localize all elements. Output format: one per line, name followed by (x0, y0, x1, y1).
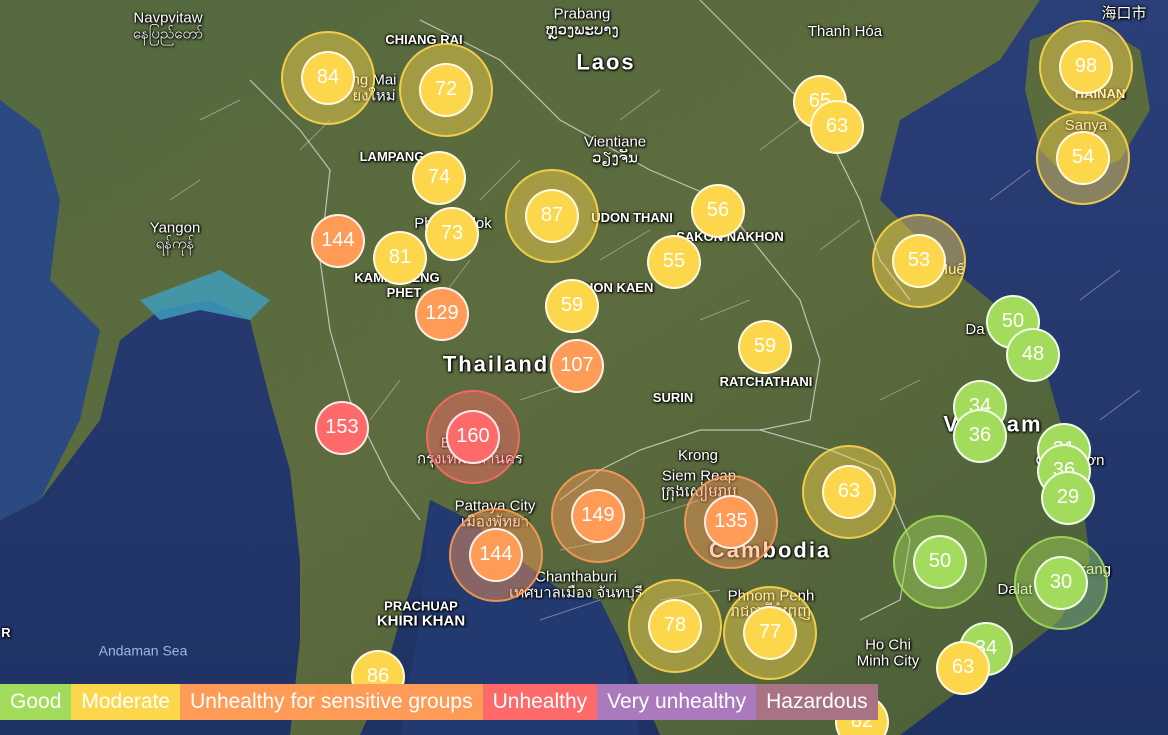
aqi-station-marker[interactable]: 36 (952, 408, 1008, 464)
aqi-value: 160 (445, 409, 501, 465)
aqi-value: 48 (1005, 327, 1061, 383)
aqi-value: 87 (524, 188, 580, 244)
aqi-value: 98 (1058, 39, 1114, 95)
aqi-station-marker[interactable]: 59 (737, 319, 793, 375)
aqi-value: 78 (647, 598, 703, 654)
aqi-station-marker[interactable]: 153 (314, 400, 370, 456)
aqi-value: 135 (703, 494, 759, 550)
aqi-value: 55 (646, 234, 702, 290)
aqi-station-marker[interactable]: 63 (809, 99, 865, 155)
aqi-value: 144 (310, 213, 366, 269)
aqi-station-marker[interactable]: 54 (1035, 110, 1131, 206)
aqi-value: 56 (690, 183, 746, 239)
legend-item-very-unhealthy: Very unhealthy (597, 684, 757, 720)
legend-item-sensitive: Unhealthy for sensitive groups (180, 684, 483, 720)
aqi-value: 74 (411, 150, 467, 206)
aqi-station-marker[interactable]: 55 (646, 234, 702, 290)
aqi-station-marker[interactable]: 78 (627, 578, 723, 674)
aqi-value: 63 (809, 99, 865, 155)
aqi-station-marker[interactable]: 77 (722, 585, 818, 681)
aqi-value: 107 (549, 338, 605, 394)
aqi-value: 63 (935, 640, 991, 696)
aqi-value: 53 (891, 233, 947, 289)
aqi-station-marker[interactable]: 48 (1005, 327, 1061, 383)
aqi-station-marker[interactable]: 59 (544, 278, 600, 334)
aqi-value: 30 (1033, 555, 1089, 611)
aqi-station-marker[interactable]: 29 (1040, 470, 1096, 526)
aqi-value: 72 (418, 62, 474, 118)
legend-item-hazardous: Hazardous (756, 684, 878, 720)
aqi-value: 54 (1055, 130, 1111, 186)
aqi-station-marker[interactable]: 135 (683, 474, 779, 570)
aqi-value: 84 (300, 50, 356, 106)
aqi-station-marker[interactable]: 107 (549, 338, 605, 394)
aqi-value: 129 (414, 286, 470, 342)
legend-item-good: Good (0, 684, 72, 720)
aqi-value: 77 (742, 605, 798, 661)
aqi-station-marker[interactable]: 72 (398, 42, 494, 138)
aqi-station-marker[interactable]: 129 (414, 286, 470, 342)
aqi-value: 50 (912, 534, 968, 590)
aqi-station-marker[interactable]: 73 (424, 206, 480, 262)
aqi-station-marker[interactable]: 98 (1038, 19, 1134, 115)
aqi-value: 81 (372, 230, 428, 286)
aqi-station-marker[interactable]: 81 (372, 230, 428, 286)
aqi-station-marker[interactable]: 149 (550, 468, 646, 564)
aqi-map[interactable]: Navpvitaw နေပြည်တော် Prabang ຫຼວງພະບາງ Thanh… (0, 0, 1168, 735)
legend-item-unhealthy: Unhealthy (482, 684, 598, 720)
aqi-station-marker[interactable]: 63 (935, 640, 991, 696)
aqi-station-marker[interactable]: 30 (1013, 535, 1109, 631)
aqi-value: 36 (952, 408, 1008, 464)
aqi-station-marker[interactable]: 144 (310, 213, 366, 269)
aqi-value: 149 (570, 488, 626, 544)
aqi-value: 63 (821, 464, 877, 520)
aqi-station-marker[interactable]: 74 (411, 150, 467, 206)
aqi-value: 59 (737, 319, 793, 375)
aqi-station-marker[interactable]: 63 (801, 444, 897, 540)
aqi-station-marker[interactable]: 50 (892, 514, 988, 610)
aqi-station-marker[interactable]: 87 (504, 168, 600, 264)
aqi-station-marker[interactable]: 53 (871, 213, 967, 309)
aqi-station-marker[interactable]: 160 (425, 389, 521, 485)
legend-item-moderate: Moderate (71, 684, 181, 720)
aqi-value: 144 (468, 527, 524, 583)
aqi-value: 59 (544, 278, 600, 334)
aqi-value: 29 (1040, 470, 1096, 526)
aqi-station-marker[interactable]: 84 (280, 30, 376, 126)
aqi-station-marker[interactable]: 144 (448, 507, 544, 603)
aqi-legend: Good Moderate Unhealthy for sensitive grou… (0, 684, 878, 720)
aqi-value: 153 (314, 400, 370, 456)
aqi-station-marker[interactable]: 56 (690, 183, 746, 239)
aqi-value: 73 (424, 206, 480, 262)
